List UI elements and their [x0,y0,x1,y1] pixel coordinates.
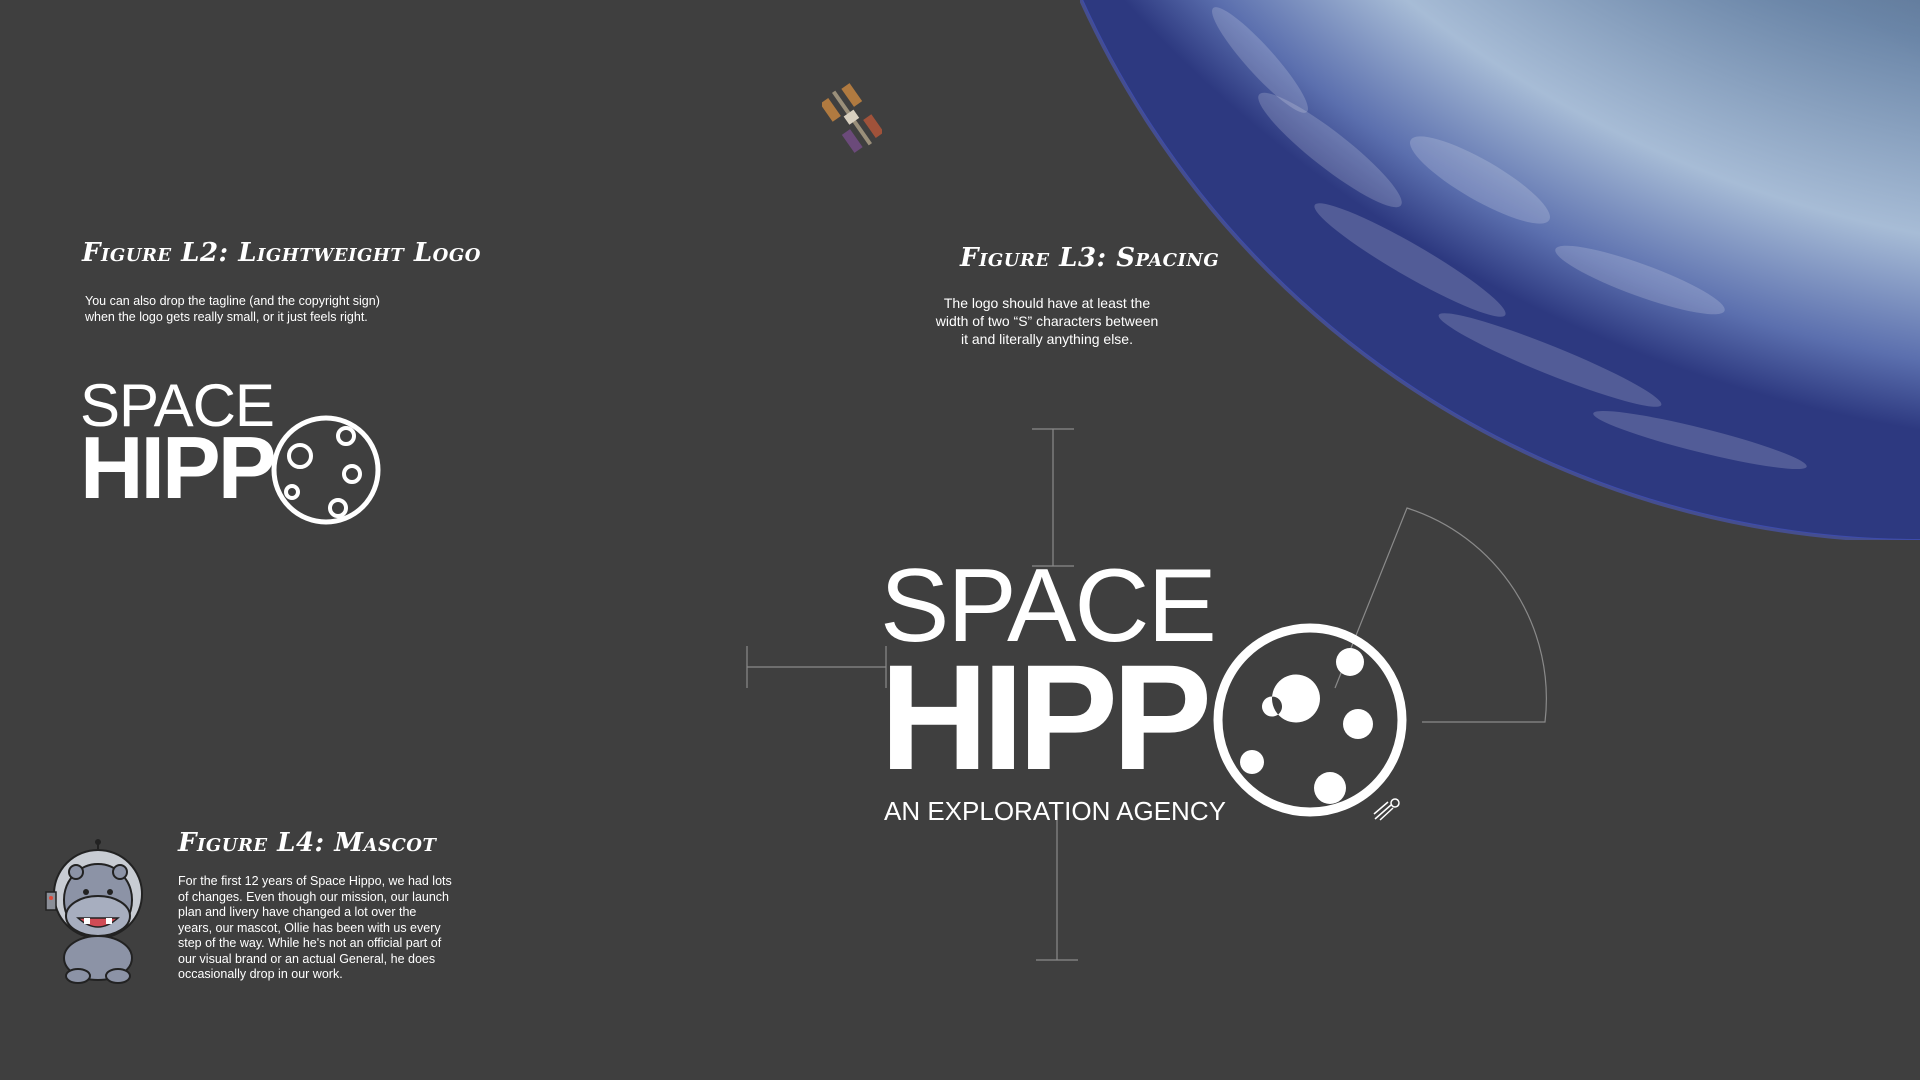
figure-l3-description: The logo should have at least the width … [912,294,1182,348]
figure-l2-line-1: You can also drop the tagline (and the c… [85,294,380,308]
main-moon-o-icon [1213,623,1407,817]
figure-l3-line-3: it and literally anything else. [961,331,1133,347]
figure-l4-description: For the first 12 years of Space Hippo, w… [178,874,452,983]
rocket-trail-icon [1373,798,1400,821]
figure-l2-description: You can also drop the tagline (and the c… [85,294,380,325]
main-logo-hippo: HIPP [880,633,1212,801]
space-station-icon [822,83,882,153]
main-logo-tagline: AN EXPLORATION AGENCY [884,796,1226,826]
figure-l3-line-2: width of two “S” characters between [935,313,1159,329]
figure-l4-line-3: plan and livery have changed a lot over … [178,905,417,919]
figure-l4-line-2: of changes. Even though our mission, our… [178,889,450,904]
brand-guidelines-page: Figure L2: Lightweight Logo You can also… [0,0,1920,1080]
figure-l4-line-6: our visual brand or an actual General, h… [178,951,436,966]
figure-l4-line-5: step of the way. While he's not an offic… [178,936,442,950]
figure-l2-line-2: when the logo gets really small, or it j… [85,309,368,324]
figure-l4-line-7: occasionally drop in our work. [178,967,343,981]
figure-l4-line-4: years, our mascot, Ollie has been with u… [178,920,441,935]
figure-l3-line-1: The logo should have at least the [943,295,1151,311]
small-logo-hippo: HIPP [80,418,276,517]
figure-l4-heading: Figure L4: Mascot [178,828,437,858]
figure-l2-heading: Figure L2: Lightweight Logo [82,238,481,268]
small-moon-o-icon [271,415,381,525]
figure-l3-heading: Figure L3: Spacing [960,243,1220,273]
hippo-mascot-icon [45,839,143,984]
figure-l4-line-1: For the first 12 years of Space Hippo, w… [178,874,452,888]
